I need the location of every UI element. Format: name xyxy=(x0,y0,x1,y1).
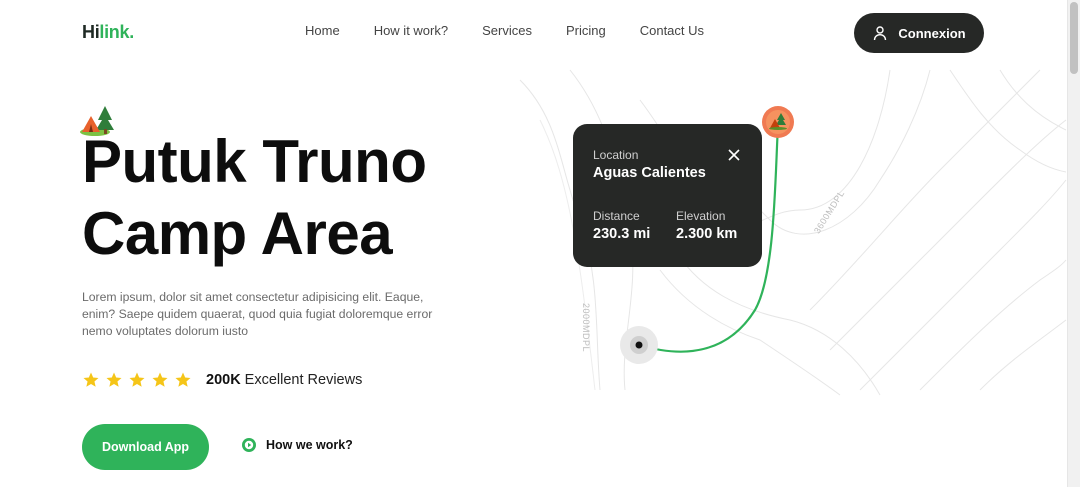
hero-description: Lorem ipsum, dolor sit amet consectetur … xyxy=(82,290,433,338)
hero-title-line1: Putuk Truno xyxy=(82,128,427,195)
location-value: Aguas Calientes xyxy=(593,165,706,181)
connexion-button[interactable]: Connexion xyxy=(854,13,984,53)
location-card: Location Aguas Calientes Distance 230.3 … xyxy=(573,124,762,267)
logo-accent: link. xyxy=(99,22,134,42)
scrollbar-thumb[interactable] xyxy=(1070,2,1078,74)
connexion-label: Connexion xyxy=(898,25,966,41)
rating: 200K Excellent Reviews xyxy=(82,371,362,389)
distance-label: Distance xyxy=(593,209,640,223)
destination-pin-icon[interactable] xyxy=(761,105,795,143)
nav-item-pricing[interactable]: Pricing xyxy=(566,23,606,38)
how-we-work-link[interactable]: How we work? xyxy=(242,438,353,452)
how-we-work-label: How we work? xyxy=(266,438,353,452)
page: Hilink. Home How it work? Services Prici… xyxy=(0,0,1080,487)
rating-count: 200K xyxy=(206,372,241,388)
elevation-label: Elevation xyxy=(676,209,726,223)
user-icon xyxy=(874,26,887,41)
star-icon xyxy=(129,372,145,387)
star-icon xyxy=(175,372,191,387)
main-nav: Home How it work? Services Pricing Conta… xyxy=(305,23,738,38)
rating-stars xyxy=(82,371,192,389)
scrollbar[interactable] xyxy=(1067,0,1080,487)
rating-label: Excellent Reviews xyxy=(244,372,363,388)
logo-primary: Hi xyxy=(82,22,100,42)
nav-item-home[interactable]: Home xyxy=(305,23,340,38)
hero-title-line2: Camp Area xyxy=(82,200,393,267)
contour-label-2000: 2000MDPL xyxy=(581,303,591,353)
star-icon xyxy=(152,372,168,387)
start-point-icon xyxy=(620,326,658,364)
elevation-value: 2.300 km xyxy=(676,226,738,242)
location-label: Location xyxy=(593,148,639,162)
star-icon xyxy=(106,372,122,387)
play-circle-icon xyxy=(242,438,256,452)
nav-item-services[interactable]: Services xyxy=(482,23,532,38)
nav-item-contact-us[interactable]: Contact Us xyxy=(640,23,704,38)
download-app-button[interactable]: Download App xyxy=(82,424,209,470)
download-app-label: Download App xyxy=(101,440,190,454)
nav-item-how-it-work[interactable]: How it work? xyxy=(374,23,448,38)
close-icon[interactable] xyxy=(727,148,741,162)
logo[interactable]: Hilink. xyxy=(82,22,134,43)
hero-title: Putuk Truno Camp Area xyxy=(82,126,512,270)
star-icon xyxy=(83,372,99,387)
distance-value: 230.3 mi xyxy=(593,226,651,242)
